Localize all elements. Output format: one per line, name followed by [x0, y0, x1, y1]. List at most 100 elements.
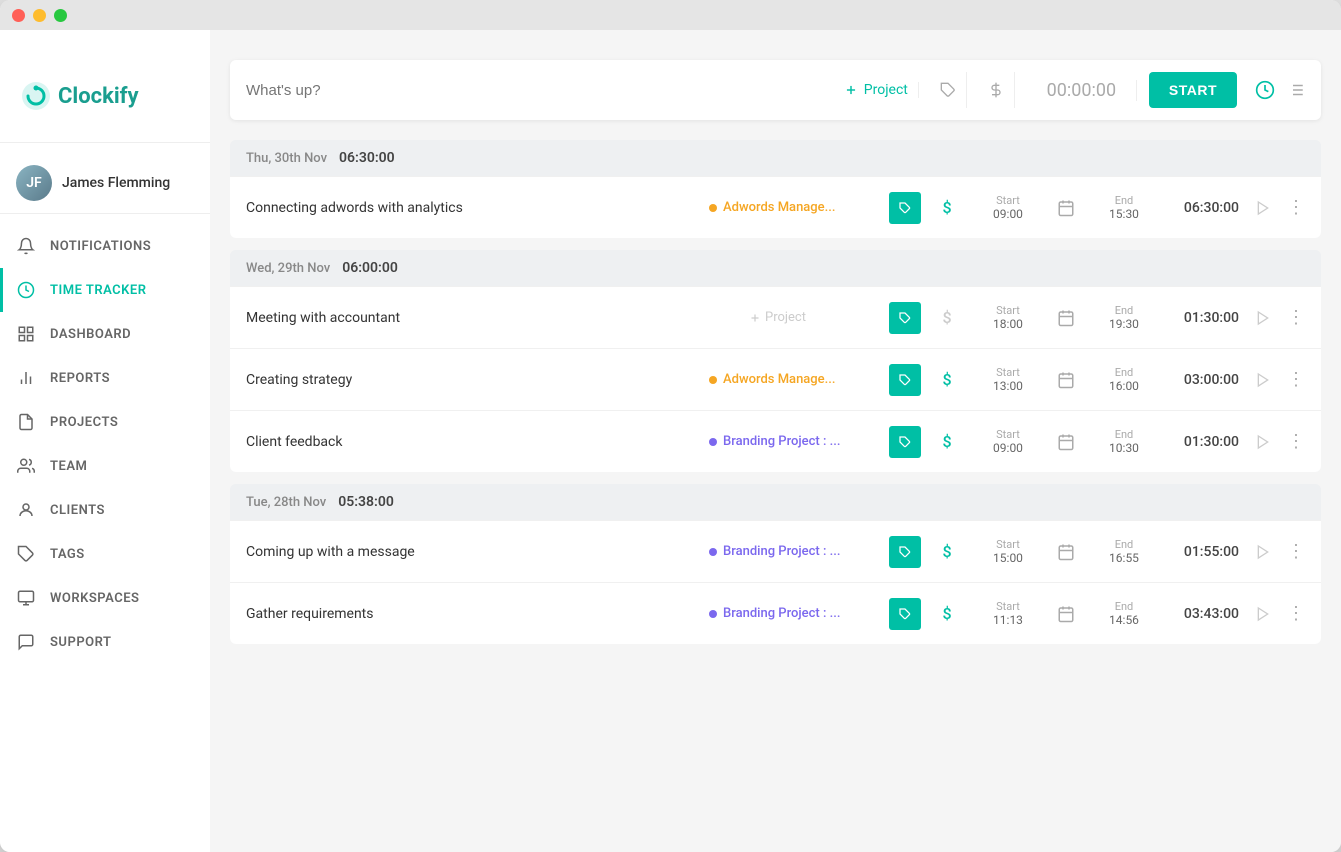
user-profile[interactable]: JF James Flemming: [0, 153, 210, 213]
date-total-thu: 06:30:00: [339, 150, 395, 166]
date-total-tue: 05:38:00: [338, 494, 394, 510]
sidebar-item-team[interactable]: TEAM: [0, 444, 210, 488]
sidebar-item-reports[interactable]: REPORTS: [0, 356, 210, 400]
tag-button[interactable]: [889, 302, 921, 334]
more-options-button[interactable]: ⋮: [1287, 197, 1305, 218]
billable-button[interactable]: [979, 72, 1015, 108]
close-button[interactable]: [12, 9, 25, 22]
start-time: Start09:00: [973, 428, 1043, 455]
minimize-button[interactable]: [33, 9, 46, 22]
more-options-button[interactable]: ⋮: [1287, 369, 1305, 390]
entry-project[interactable]: Branding Project : ...: [709, 606, 879, 621]
sidebar-item-dashboard[interactable]: DASHBOARD: [0, 312, 210, 356]
project-dot: [709, 548, 717, 556]
more-options-button[interactable]: ⋮: [1287, 541, 1305, 562]
description-input[interactable]: [246, 82, 822, 99]
calendar-icon[interactable]: [1057, 605, 1075, 623]
sidebar-item-support[interactable]: SUPPORT: [0, 620, 210, 664]
billable-button[interactable]: $: [931, 536, 963, 568]
play-button[interactable]: [1255, 434, 1271, 450]
time-entry: Gather requirements Branding Project : .…: [230, 582, 1321, 644]
entry-description: Creating strategy: [246, 372, 699, 388]
more-options-button[interactable]: ⋮: [1287, 431, 1305, 452]
sidebar-item-clients[interactable]: CLIENTS: [0, 488, 210, 532]
end-time: End16:55: [1089, 538, 1159, 565]
main-content: Project 00:00:00 START: [210, 30, 1341, 852]
billable-button[interactable]: $: [931, 598, 963, 630]
entry-project[interactable]: Branding Project : ...: [709, 434, 879, 449]
entry-description: Gather requirements: [246, 606, 699, 622]
bell-icon: [16, 236, 36, 256]
play-button[interactable]: [1255, 606, 1271, 622]
add-project-button[interactable]: Project: [749, 310, 879, 325]
logo-icon: [20, 80, 52, 112]
project-dot: [709, 376, 717, 384]
billable-button[interactable]: $: [931, 426, 963, 458]
project-dot: [709, 438, 717, 446]
sidebar: Clockify JF James Flemming NOTIFICATIONS: [0, 30, 210, 852]
tag-button[interactable]: [889, 598, 921, 630]
sidebar-label-clients: CLIENTS: [50, 503, 105, 518]
play-button[interactable]: [1255, 372, 1271, 388]
workspaces-icon: [16, 588, 36, 608]
entry-duration: 06:30:00: [1169, 200, 1239, 216]
date-label-thu: Thu, 30th Nov: [246, 151, 327, 166]
more-options-button[interactable]: ⋮: [1287, 307, 1305, 328]
calendar-icon[interactable]: [1057, 309, 1075, 327]
sidebar-item-projects[interactable]: PROJECTS: [0, 400, 210, 444]
support-icon: [16, 632, 36, 652]
date-header-wed: Wed, 29th Nov 06:00:00: [230, 250, 1321, 286]
sidebar-label-time-tracker: TIME TRACKER: [50, 283, 147, 298]
calendar-icon[interactable]: [1057, 433, 1075, 451]
tag-button[interactable]: [889, 426, 921, 458]
list-view-icon[interactable]: [1287, 81, 1305, 99]
time-entry: Creating strategy Adwords Manage... $ St…: [230, 348, 1321, 410]
sidebar-item-time-tracker[interactable]: TIME TRACKER: [0, 268, 210, 312]
logo-text: Clockify: [58, 84, 139, 109]
maximize-button[interactable]: [54, 9, 67, 22]
start-time: Start15:00: [973, 538, 1043, 565]
user-name: James Flemming: [62, 175, 170, 191]
date-group-tue: Tue, 28th Nov 05:38:00 Coming up with a …: [230, 484, 1321, 644]
calendar-icon[interactable]: [1057, 371, 1075, 389]
date-label-tue: Tue, 28th Nov: [246, 495, 326, 510]
project-name: Adwords Manage...: [723, 200, 835, 215]
project-name: Branding Project : ...: [723, 606, 840, 621]
history-icon[interactable]: [1255, 80, 1275, 100]
date-header-tue: Tue, 28th Nov 05:38:00: [230, 484, 1321, 520]
tag-button[interactable]: [889, 536, 921, 568]
entry-project[interactable]: Branding Project : ...: [709, 544, 879, 559]
sidebar-item-workspaces[interactable]: WORKSPACES: [0, 576, 210, 620]
sidebar-item-tags[interactable]: TAGS: [0, 532, 210, 576]
add-project-button[interactable]: Project: [834, 82, 919, 98]
date-total-wed: 06:00:00: [342, 260, 398, 276]
billable-button[interactable]: $: [931, 302, 963, 334]
projects-icon: [16, 412, 36, 432]
sidebar-label-workspaces: WORKSPACES: [50, 591, 139, 606]
start-button[interactable]: START: [1149, 72, 1237, 108]
tag-button[interactable]: [931, 72, 967, 108]
calendar-icon[interactable]: [1057, 199, 1075, 217]
more-options-button[interactable]: ⋮: [1287, 603, 1305, 624]
tag-button[interactable]: [889, 192, 921, 224]
entry-project[interactable]: Adwords Manage...: [709, 372, 879, 387]
start-time: Start18:00: [973, 304, 1043, 331]
sidebar-label-dashboard: DASHBOARD: [50, 327, 131, 342]
play-button[interactable]: [1255, 200, 1271, 216]
sidebar-item-notifications[interactable]: NOTIFICATIONS: [0, 224, 210, 268]
play-button[interactable]: [1255, 544, 1271, 560]
project-name: Branding Project : ...: [723, 434, 840, 449]
calendar-icon[interactable]: [1057, 543, 1075, 561]
end-time: End15:30: [1089, 194, 1159, 221]
entry-description: Coming up with a message: [246, 544, 699, 560]
entry-description: Client feedback: [246, 434, 699, 450]
end-time: End14:56: [1089, 600, 1159, 627]
sidebar-label-projects: PROJECTS: [50, 415, 118, 430]
play-button[interactable]: [1255, 310, 1271, 326]
project-dot: [709, 204, 717, 212]
entry-project[interactable]: Adwords Manage...: [709, 200, 879, 215]
dashboard-icon: [16, 324, 36, 344]
billable-button[interactable]: $: [931, 364, 963, 396]
tag-button[interactable]: [889, 364, 921, 396]
billable-button[interactable]: $: [931, 192, 963, 224]
